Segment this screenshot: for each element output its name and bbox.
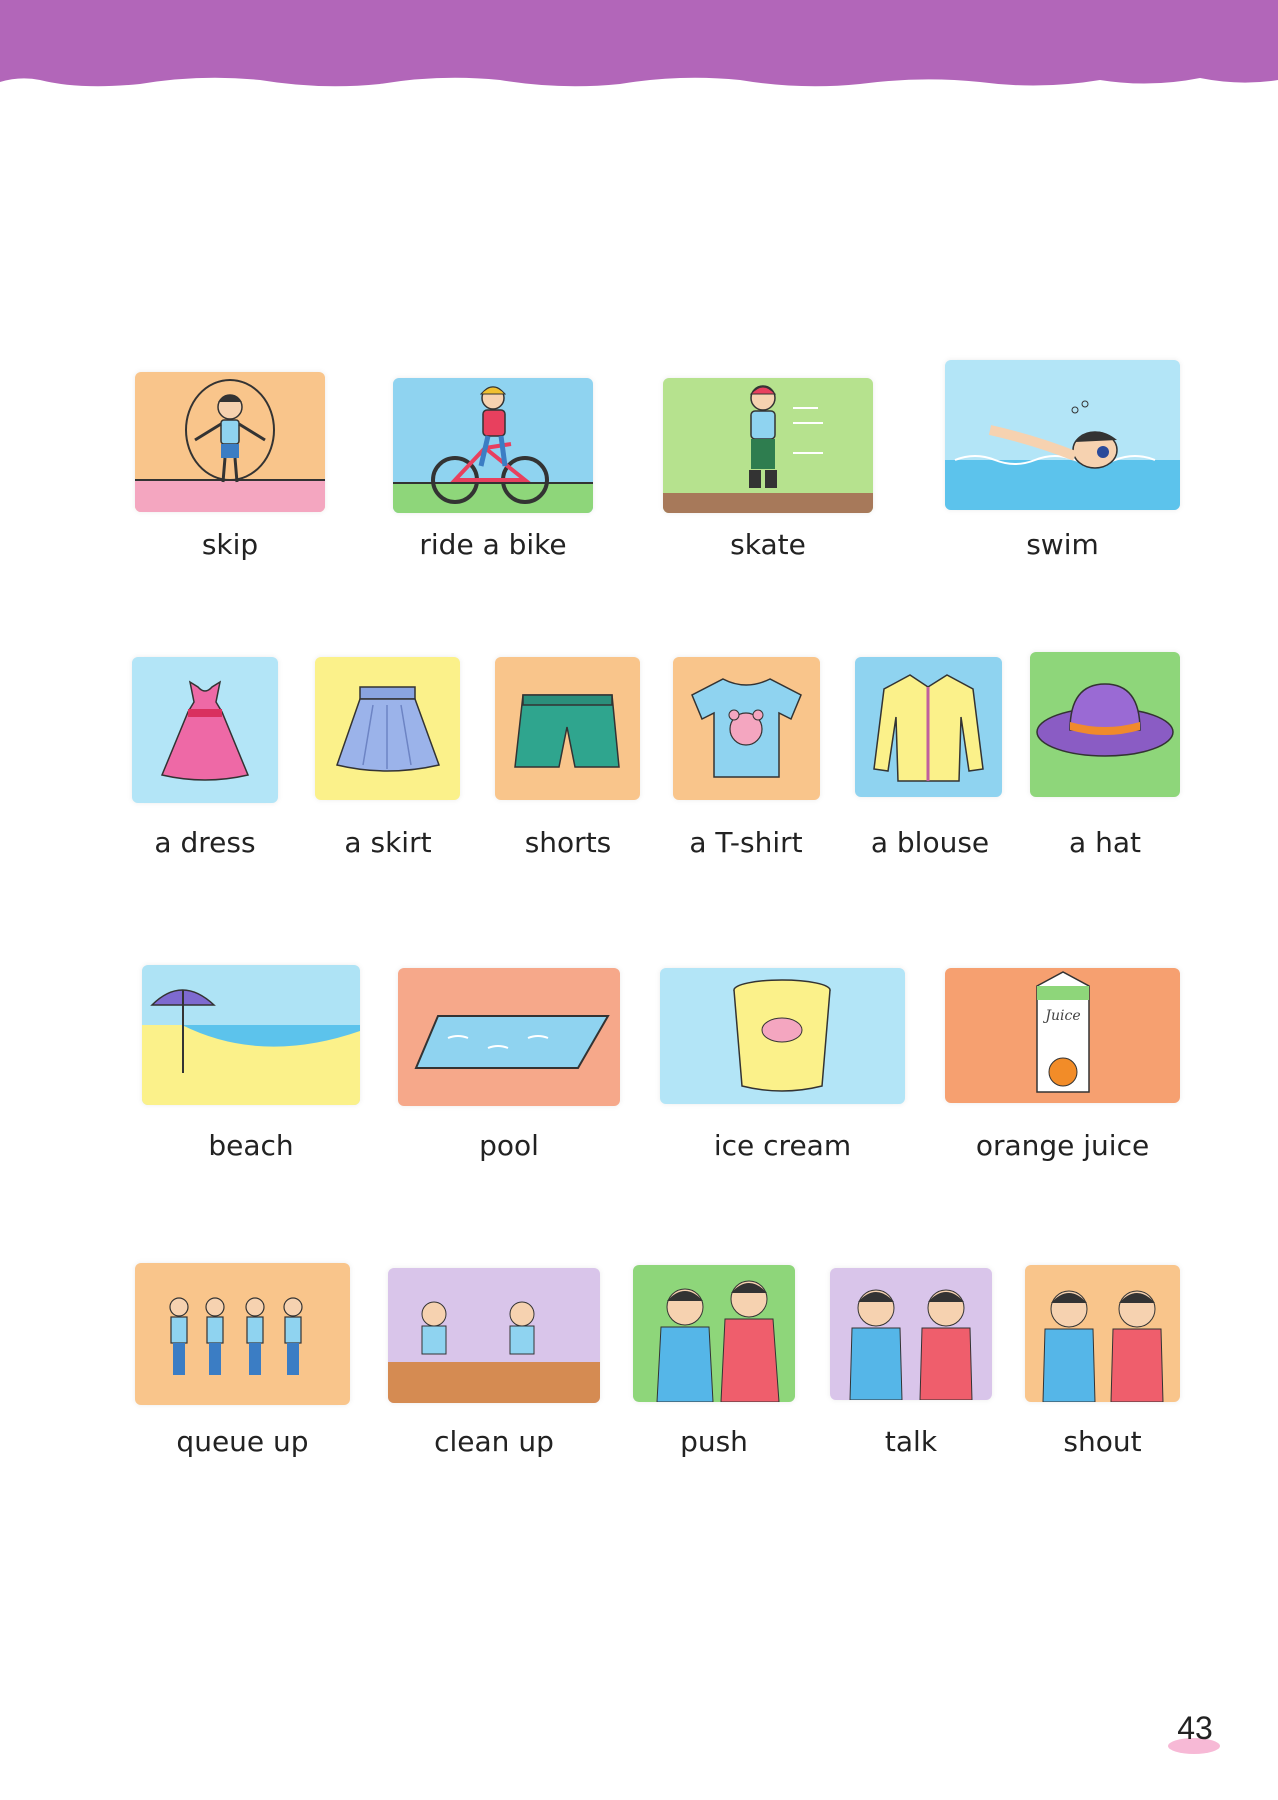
- clean-up-icon: [388, 1301, 600, 1403]
- label-queue-up: queue up: [176, 1425, 309, 1458]
- header-banner: [0, 0, 1278, 87]
- label-talk: talk: [884, 1425, 938, 1458]
- shout-icon: [1042, 1290, 1164, 1402]
- beach-umbrella-icon: [142, 989, 360, 1105]
- card-orange-juice: Juice: [945, 968, 1180, 1103]
- talk-icon: [849, 1289, 973, 1400]
- skate-icon: [663, 385, 873, 513]
- card-dress: [132, 657, 278, 803]
- label-a-tshirt: a T-shirt: [689, 826, 803, 859]
- card-ride-a-bike: [393, 378, 593, 513]
- swimmer-icon: [945, 400, 1180, 510]
- card-shorts: [495, 657, 640, 800]
- card-skip: [135, 372, 325, 512]
- card-tshirt: [673, 657, 820, 800]
- juice-carton-label: Juice: [1042, 1008, 1080, 1024]
- dress-icon: [160, 680, 250, 781]
- card-skate: [663, 378, 873, 513]
- page-number: 43: [1177, 1710, 1213, 1746]
- label-shout: shout: [1063, 1425, 1142, 1458]
- label-a-blouse: a blouse: [870, 826, 990, 859]
- pool-icon: [414, 1015, 610, 1069]
- label-swim: swim: [1026, 528, 1099, 561]
- blouse-icon: [873, 674, 984, 782]
- bike-icon: [393, 386, 593, 513]
- label-clean-up: clean up: [434, 1425, 554, 1458]
- label-a-hat: a hat: [1069, 826, 1141, 859]
- label-a-skirt: a skirt: [344, 826, 432, 859]
- tshirt-icon: [691, 678, 802, 778]
- label-push: push: [680, 1425, 748, 1458]
- card-blouse: [855, 657, 1002, 797]
- label-pool: pool: [479, 1129, 539, 1162]
- card-clean-up: [388, 1268, 600, 1403]
- card-shout: [1025, 1265, 1180, 1402]
- label-orange-juice: orange juice: [975, 1129, 1150, 1162]
- label-skate: skate: [730, 528, 806, 561]
- push-icon: [656, 1280, 780, 1402]
- card-skirt: [315, 657, 460, 800]
- label-a-dress: a dress: [154, 826, 256, 859]
- label-ice-cream: ice cream: [713, 1129, 852, 1162]
- shorts-icon: [514, 694, 620, 768]
- label-shorts: shorts: [524, 826, 612, 859]
- label-ride-a-bike: ride a bike: [419, 528, 567, 561]
- card-beach: [142, 965, 360, 1105]
- queue-icon: [169, 1297, 303, 1375]
- card-talk: [830, 1268, 992, 1400]
- label-skip: skip: [201, 528, 259, 561]
- card-pool: [398, 968, 620, 1106]
- skip-rope-icon: [135, 379, 325, 512]
- skirt-icon: [336, 686, 440, 772]
- card-ice-cream: [660, 968, 905, 1104]
- ice-cream-tub-icon: [733, 979, 831, 1092]
- label-beach: beach: [208, 1129, 294, 1162]
- card-hat: [1030, 652, 1180, 797]
- hat-icon: [1036, 683, 1174, 757]
- card-push: [633, 1265, 795, 1402]
- card-swim: [945, 360, 1180, 510]
- juice-carton-icon: Juice: [1036, 971, 1090, 1093]
- card-queue-up: [135, 1263, 350, 1405]
